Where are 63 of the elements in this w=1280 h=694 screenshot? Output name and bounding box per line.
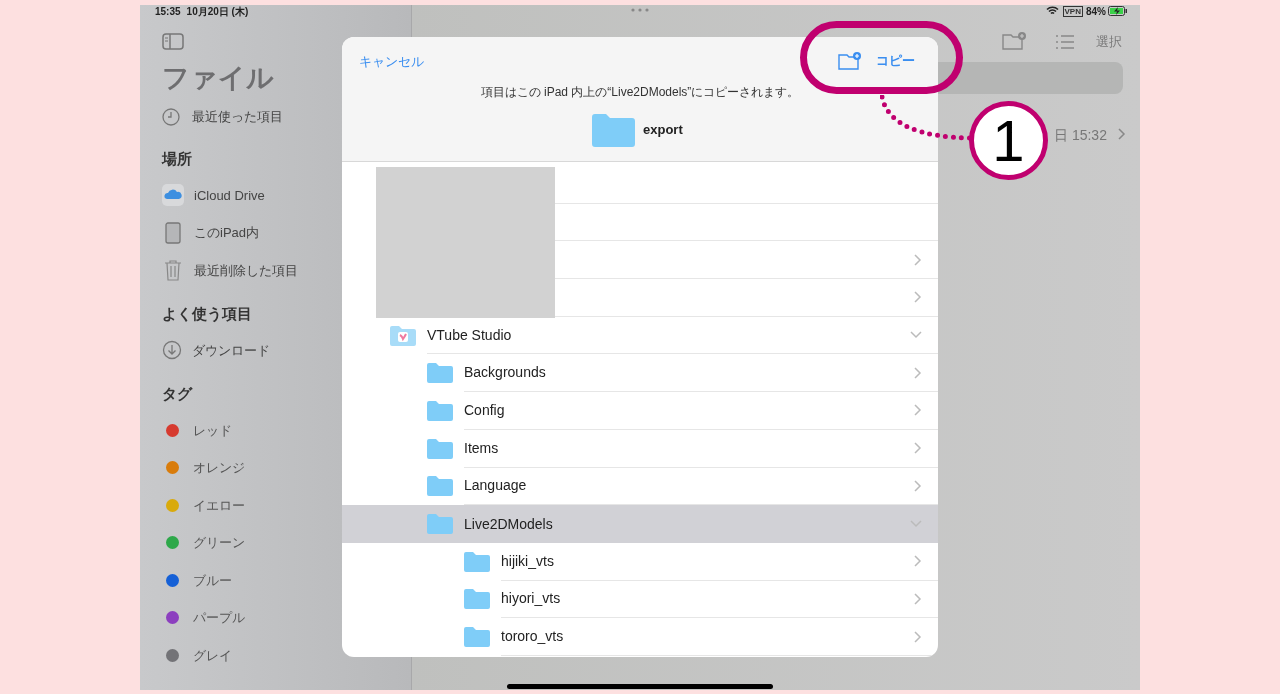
folder-row[interactable]: hijiki_vts <box>464 542 938 581</box>
cancel-button[interactable]: キャンセル <box>359 52 424 72</box>
clock-icon <box>162 108 180 126</box>
sidebar-item[interactable]: パープル <box>162 599 389 637</box>
chevron-right-icon <box>914 555 922 568</box>
file-name: export <box>643 121 683 140</box>
chevron-right-icon <box>1118 128 1126 140</box>
section-heading: よく使う項目 <box>162 304 253 324</box>
sidebar-item[interactable]: iCloud Drive <box>162 176 389 214</box>
tablet-icon <box>162 221 184 244</box>
folder-icon <box>592 113 635 147</box>
battery-percent: 84% <box>1086 5 1106 19</box>
dialog-message: 項目はこの iPad 内上の“Live2DModels”にコピーされます。 <box>479 84 801 101</box>
folder-icon <box>464 551 490 572</box>
status-time: 15:35 <box>155 5 181 19</box>
chevron-right-icon[interactable] <box>914 253 922 266</box>
list-view-icon[interactable] <box>1055 34 1075 50</box>
sidebar-item[interactable]: レッド <box>162 411 389 449</box>
folder-icon <box>427 476 453 497</box>
sidebar-item[interactable]: グレイ <box>162 636 389 674</box>
wifi-icon <box>1045 6 1059 16</box>
chevron-right-icon <box>914 479 922 492</box>
chevron-right-icon[interactable] <box>914 291 922 304</box>
vpn-indicator: VPN <box>1062 5 1083 17</box>
folder-row[interactable]: hiyori_vts <box>464 580 938 619</box>
new-folder-icon <box>838 51 863 71</box>
chevron-down-icon <box>910 520 922 529</box>
sidebar-item[interactable]: ダウンロード <box>162 331 389 369</box>
multitasking-dots-icon[interactable] <box>631 8 649 12</box>
folder-row[interactable]: Live2DModels <box>342 505 938 543</box>
chevron-right-icon <box>914 630 922 643</box>
sidebar-item[interactable]: ブルー <box>162 561 389 599</box>
chevron-down-icon <box>910 331 922 340</box>
folder-icon <box>427 438 453 459</box>
sidebar-toggle-icon[interactable] <box>162 33 184 50</box>
folder-icon <box>464 627 490 648</box>
row-date: 日 15:32 <box>1054 126 1107 145</box>
section-heading: 場所 <box>162 149 193 169</box>
chevron-right-icon <box>914 442 922 455</box>
folder-row[interactable]: Config <box>427 392 938 430</box>
sidebar-item[interactable]: このiPad内 <box>162 214 389 252</box>
sidebar-item[interactable]: オレンジ <box>162 449 389 487</box>
cloud-icon <box>162 184 184 207</box>
folder-row[interactable]: tororo_vts <box>464 618 938 656</box>
status-date: 10月20日 (木) <box>186 5 249 19</box>
sidebar-item[interactable]: 最近削除した項目 <box>162 251 389 289</box>
folder-icon <box>427 363 453 384</box>
section-heading: タグ <box>162 384 194 404</box>
folder-row[interactable]: Backgrounds <box>427 354 938 393</box>
copy-button[interactable]: コピー <box>838 49 915 73</box>
folder-icon <box>427 400 453 421</box>
folder-icon <box>464 589 490 610</box>
sidebar-item[interactable]: 最近使った項目 <box>162 102 389 132</box>
download-icon <box>162 340 182 361</box>
app-folder-icon <box>390 325 416 346</box>
chevron-right-icon <box>914 592 922 605</box>
sidebar-title: ファイル <box>162 62 274 95</box>
chevron-right-icon <box>914 404 922 417</box>
new-folder-icon[interactable] <box>1002 31 1028 51</box>
chevron-right-icon <box>914 366 922 379</box>
folder-row[interactable]: Items <box>427 429 938 468</box>
folder-icon <box>427 514 453 535</box>
trash-icon <box>162 259 184 282</box>
